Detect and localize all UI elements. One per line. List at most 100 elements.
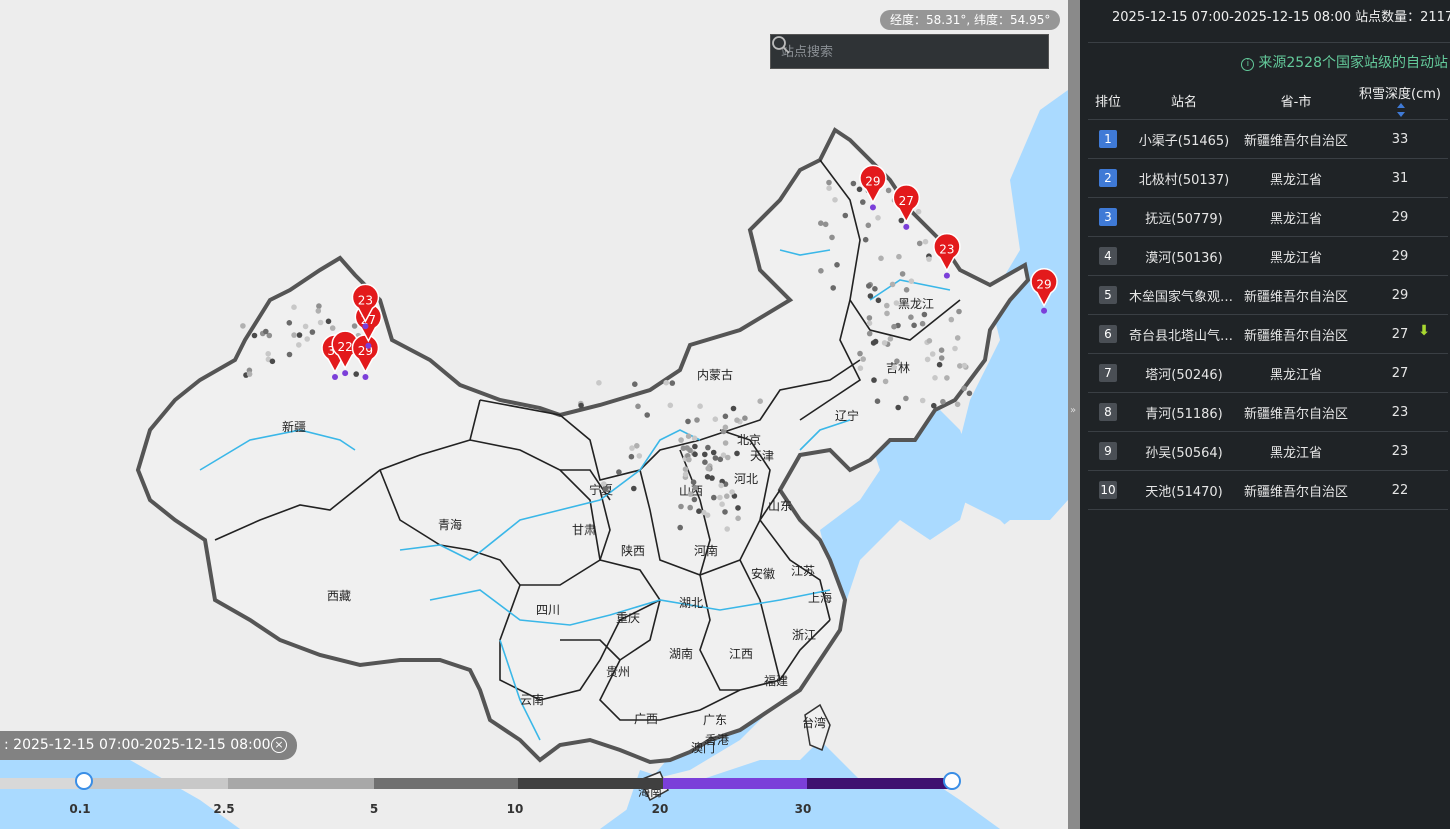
station-dot[interactable]: [291, 332, 297, 338]
station-dot[interactable]: [251, 332, 258, 339]
table-row[interactable]: 9 孙吴(50564) 黑龙江省 23: [1088, 431, 1448, 471]
station-dot[interactable]: [895, 404, 901, 411]
legend-color-bar[interactable]: [0, 778, 952, 789]
station-dot[interactable]: [893, 300, 900, 306]
map-canvas[interactable]: 新疆 西藏 青海 甘肃 内蒙古 黑龙江 吉林 辽宁 北京 天津 河北 山西 山东…: [0, 0, 1068, 829]
station-dot[interactable]: [246, 371, 253, 377]
station-dot[interactable]: [885, 187, 892, 194]
station-dot[interactable]: [628, 453, 635, 460]
legend-min-handle[interactable]: [75, 772, 93, 790]
station-dot[interactable]: [860, 199, 866, 205]
station-dot[interactable]: [866, 283, 872, 289]
station-dot[interactable]: [667, 402, 674, 409]
station-dot[interactable]: [875, 215, 881, 221]
station-dot[interactable]: [734, 417, 740, 424]
station-dot[interactable]: [818, 220, 824, 226]
station-dot[interactable]: [269, 358, 276, 365]
station-dot[interactable]: [881, 340, 888, 346]
station-dot[interactable]: [862, 236, 869, 243]
station-dot[interactable]: [872, 338, 879, 345]
station-dot[interactable]: [705, 444, 711, 451]
station-dot[interactable]: [710, 449, 717, 456]
station-dot[interactable]: [734, 450, 740, 457]
station-dot[interactable]: [735, 515, 741, 522]
station-dot[interactable]: [596, 380, 602, 386]
station-dot[interactable]: [954, 335, 961, 341]
station-dot[interactable]: [286, 320, 293, 326]
table-row[interactable]: 10 天池(51470) 新疆维吾尔自治区 22: [1088, 470, 1448, 510]
station-dot[interactable]: [722, 509, 728, 515]
station-dot[interactable]: [919, 320, 926, 327]
station-dot[interactable]: [757, 398, 763, 405]
station-dot[interactable]: [677, 524, 683, 531]
station-dot[interactable]: [702, 451, 708, 458]
station-dot[interactable]: [329, 325, 336, 331]
station-dot[interactable]: [924, 356, 931, 363]
station-dot[interactable]: [915, 208, 922, 215]
station-dot[interactable]: [663, 379, 669, 386]
station-dot[interactable]: [857, 365, 864, 372]
station-dot[interactable]: [903, 395, 909, 402]
table-row[interactable]: 6 奇台县北塔山气象... 新疆维吾尔自治区 27 ⬇: [1088, 314, 1448, 354]
station-dot[interactable]: [711, 494, 717, 501]
station-dot[interactable]: [601, 481, 607, 487]
station-dot[interactable]: [908, 278, 915, 285]
station-dot[interactable]: [702, 459, 708, 466]
station-dot[interactable]: [878, 255, 884, 262]
station-dot[interactable]: [961, 385, 967, 392]
table-row[interactable]: 4 漠河(50136) 黑龙江省 29: [1088, 236, 1448, 276]
station-dot[interactable]: [296, 342, 302, 348]
panel-splitter[interactable]: »: [1068, 0, 1080, 829]
station-dot[interactable]: [690, 479, 697, 486]
station-dot[interactable]: [850, 180, 857, 187]
station-dot[interactable]: [956, 308, 962, 315]
station-dot[interactable]: [899, 271, 906, 277]
station-dot[interactable]: [634, 443, 640, 449]
station-dot[interactable]: [966, 390, 973, 397]
station-dot[interactable]: [629, 445, 635, 451]
station-dot[interactable]: [687, 491, 694, 497]
station-dot[interactable]: [829, 234, 835, 241]
station-dot[interactable]: [685, 433, 692, 440]
station-dot[interactable]: [719, 501, 725, 508]
station-dot[interactable]: [263, 328, 269, 335]
station-dot[interactable]: [631, 485, 637, 492]
station-dot[interactable]: [929, 351, 936, 357]
station-dot[interactable]: [866, 320, 873, 327]
station-dot[interactable]: [832, 197, 838, 203]
station-dot[interactable]: [922, 238, 929, 245]
table-row[interactable]: 7 塔河(50246) 黑龙江省 27: [1088, 353, 1448, 393]
station-dot[interactable]: [669, 380, 676, 386]
station-dot[interactable]: [304, 336, 311, 342]
station-dot[interactable]: [291, 304, 297, 311]
station-dot[interactable]: [722, 424, 729, 431]
station-dot[interactable]: [944, 375, 950, 381]
station-dot[interactable]: [865, 222, 872, 229]
station-dot[interactable]: [316, 303, 322, 309]
station-dot[interactable]: [891, 364, 897, 371]
snow-depth-map[interactable]: 新疆 西藏 青海 甘肃 内蒙古 黑龙江 吉林 辽宁 北京 天津 河北 山西 山东…: [0, 0, 1068, 829]
station-dot[interactable]: [826, 179, 832, 186]
station-dot[interactable]: [687, 504, 693, 511]
station-dot[interactable]: [882, 378, 889, 385]
station-dot[interactable]: [896, 253, 902, 260]
station-dot[interactable]: [315, 308, 322, 314]
station-dot[interactable]: [874, 398, 881, 405]
station-dot[interactable]: [830, 285, 836, 291]
station-dot[interactable]: [938, 355, 945, 361]
station-dot[interactable]: [718, 482, 724, 489]
station-dot[interactable]: [687, 447, 693, 454]
station-dot[interactable]: [936, 361, 943, 368]
station-dot[interactable]: [903, 287, 910, 293]
station-dot[interactable]: [685, 418, 691, 425]
station-dot[interactable]: [692, 484, 699, 491]
station-dot[interactable]: [309, 329, 316, 335]
station-dot[interactable]: [894, 358, 900, 365]
station-dot[interactable]: [644, 412, 650, 418]
station-dot[interactable]: [884, 310, 890, 317]
station-dot[interactable]: [632, 381, 638, 388]
station-dot[interactable]: [826, 185, 832, 191]
station-dot[interactable]: [952, 345, 958, 352]
station-dot[interactable]: [867, 293, 874, 299]
station-dot[interactable]: [317, 319, 324, 326]
